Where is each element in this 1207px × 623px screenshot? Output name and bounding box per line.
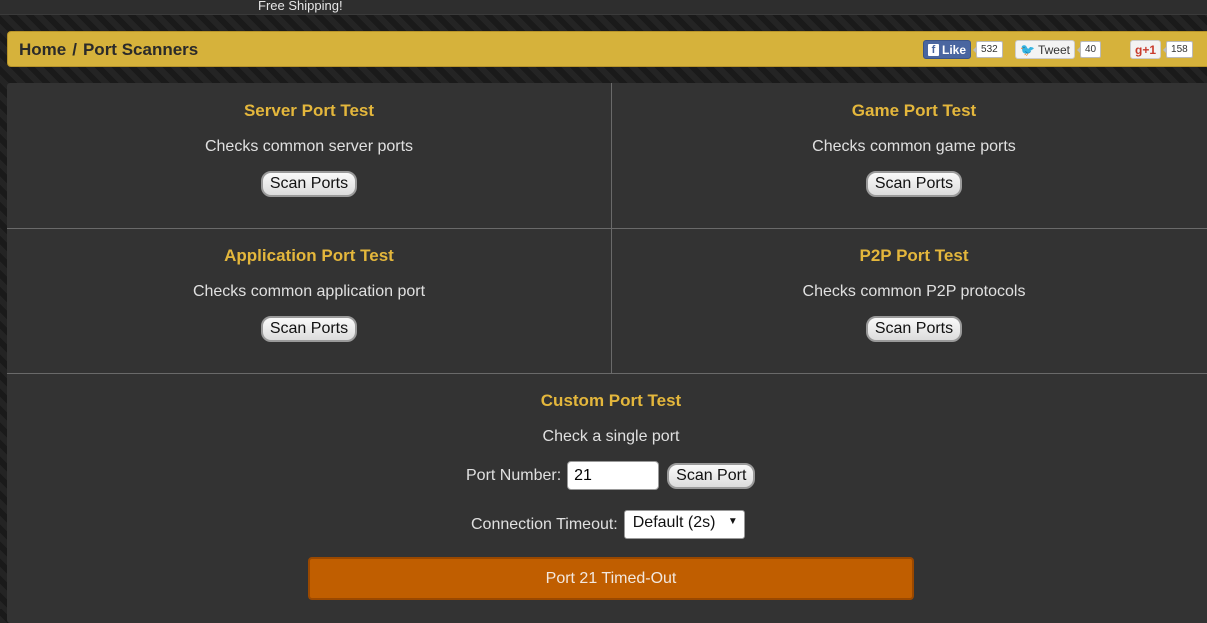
facebook-like-count: 532 [973, 41, 1003, 58]
google-plus-count: 158 [1163, 41, 1193, 58]
p2p-port-test: P2P Port Test Checks common P2P protocol… [612, 228, 1207, 342]
connection-timeout-select[interactable]: Default (2s) ▼ [623, 510, 745, 539]
dropdown-arrow-icon: ▼ [727, 516, 738, 527]
application-port-test: Application Port Test Checks common appl… [7, 228, 611, 342]
breadcrumb-home-link[interactable]: Home [19, 40, 66, 59]
google-plus-widget: g+1 158 [1130, 40, 1193, 59]
port-scanners-panel: Server Port Test Checks common server po… [7, 83, 1207, 623]
connection-timeout-label: Connection Timeout: [471, 515, 618, 533]
breadcrumb: Home / Port Scanners [19, 40, 198, 60]
facebook-like-button[interactable]: f Like [923, 40, 972, 59]
breadcrumb-separator: / [72, 40, 77, 59]
server-port-test: Server Port Test Checks common server po… [7, 83, 611, 197]
scan-result-banner: Port 21 Timed-Out [308, 557, 914, 600]
free-shipping-text: Free Shipping! [258, 0, 343, 13]
google-plus-button[interactable]: g+1 [1130, 40, 1162, 59]
custom-port-test-title: Custom Port Test [540, 391, 682, 410]
application-port-test-title: Application Port Test [224, 246, 394, 265]
tweet-count: 40 [1076, 41, 1102, 58]
facebook-icon: f [928, 43, 939, 56]
port-number-input[interactable] [567, 461, 660, 490]
application-port-test-description: Checks common application port [192, 283, 426, 300]
port-number-row: Port Number: Scan Port [466, 461, 756, 490]
twitter-bird-icon: 🐦 [1020, 42, 1035, 57]
facebook-like-widget: f Like 532 [923, 40, 1003, 59]
p2p-port-test-description: Checks common P2P protocols [802, 283, 1026, 300]
connection-timeout-row: Connection Timeout: Default (2s) ▼ [471, 510, 745, 539]
top-bar: Free Shipping! [0, 0, 1207, 15]
connection-timeout-value: Default (2s) [632, 514, 716, 531]
scan-port-button[interactable]: Scan Port [667, 462, 756, 489]
tweet-widget: 🐦 Tweet 40 [1015, 40, 1102, 59]
tweet-label: Tweet [1037, 42, 1070, 57]
breadcrumb-current: Port Scanners [82, 40, 199, 59]
game-port-test: Game Port Test Checks common game ports … [612, 83, 1207, 197]
p2p-port-test-title: P2P Port Test [859, 246, 969, 265]
server-port-test-description: Checks common server ports [204, 138, 414, 155]
server-port-test-title: Server Port Test [243, 101, 375, 120]
breadcrumb-bar: Home / Port Scanners f Like 532 🐦 Tweet 40… [7, 31, 1207, 67]
tweet-button[interactable]: 🐦 Tweet [1015, 40, 1075, 59]
custom-port-test-description: Check a single port [542, 428, 680, 445]
custom-port-test: Custom Port Test Check a single port [7, 373, 1207, 446]
p2p-scan-ports-button[interactable]: Scan Ports [865, 316, 963, 342]
application-scan-ports-button[interactable]: Scan Ports [260, 316, 358, 342]
server-scan-ports-button[interactable]: Scan Ports [260, 171, 358, 197]
game-scan-ports-button[interactable]: Scan Ports [865, 171, 963, 197]
facebook-like-label: Like [942, 42, 967, 57]
game-port-test-title: Game Port Test [851, 101, 977, 120]
port-number-label: Port Number: [466, 466, 562, 484]
game-port-test-description: Checks common game ports [812, 138, 1016, 155]
